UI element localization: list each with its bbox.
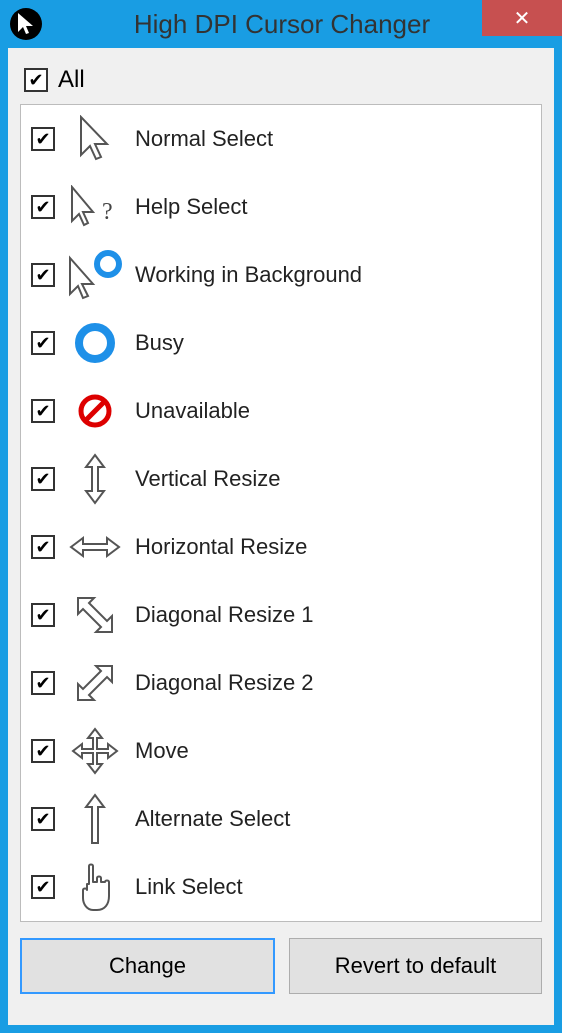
check-icon: ✔ [35, 538, 50, 556]
cursor-row[interactable]: ✔ Horizontal Resize [21, 513, 541, 581]
check-icon: ✔ [35, 606, 50, 624]
cursor-label: Normal Select [135, 126, 273, 152]
cursor-working-icon [63, 249, 127, 301]
cursor-dresize1-icon [63, 589, 127, 641]
cursor-label: Alternate Select [135, 806, 290, 832]
cursor-label: Diagonal Resize 1 [135, 602, 314, 628]
cursor-label: Working in Background [135, 262, 362, 288]
cursor-row[interactable]: ✔ Normal Select [21, 105, 541, 173]
cursor-normal-icon [63, 113, 127, 165]
cursor-label: Horizontal Resize [135, 534, 307, 560]
cursor-dresize2-icon [63, 657, 127, 709]
close-button[interactable]: ✕ [482, 0, 562, 36]
cursor-link-icon [63, 861, 127, 913]
cursor-checkbox[interactable]: ✔ [31, 195, 55, 219]
cursor-checkbox[interactable]: ✔ [31, 467, 55, 491]
check-icon: ✔ [35, 878, 50, 896]
cursor-help-icon: ? [63, 181, 127, 233]
client-area: ✔ All ✔ Normal Select ✔? Help Select ✔ Workin… [8, 48, 554, 1025]
cursor-row[interactable]: ✔ Move [21, 717, 541, 785]
cursor-row[interactable]: ✔ Link Select [21, 853, 541, 921]
cursor-row[interactable]: ✔ Unavailable [21, 377, 541, 445]
cursor-busy-icon [63, 317, 127, 369]
cursor-checkbox[interactable]: ✔ [31, 535, 55, 559]
check-icon: ✔ [35, 130, 50, 148]
cursor-row[interactable]: ✔ Diagonal Resize 2 [21, 649, 541, 717]
cursor-alt-icon [63, 793, 127, 845]
cursor-checkbox[interactable]: ✔ [31, 671, 55, 695]
cursor-label: Diagonal Resize 2 [135, 670, 314, 696]
cursor-checkbox[interactable]: ✔ [31, 875, 55, 899]
cursor-row[interactable]: ✔? Help Select [21, 173, 541, 241]
cursor-row[interactable]: ✔ Vertical Resize [21, 445, 541, 513]
check-icon: ✔ [35, 810, 50, 828]
cursor-row[interactable]: ✔ Alternate Select [21, 785, 541, 853]
cursor-vresize-icon [63, 453, 127, 505]
check-icon: ✔ [35, 198, 50, 216]
check-icon: ✔ [35, 334, 50, 352]
cursor-label: Vertical Resize [135, 466, 281, 492]
check-icon: ✔ [35, 266, 50, 284]
titlebar: High DPI Cursor Changer ✕ [0, 0, 562, 48]
check-icon: ✔ [35, 470, 50, 488]
cursor-list: ✔ Normal Select ✔? Help Select ✔ Working in B… [20, 104, 542, 922]
cursor-unavailable-icon [63, 385, 127, 437]
check-icon: ✔ [35, 402, 50, 420]
all-checkbox[interactable]: ✔ [24, 68, 48, 92]
button-bar: Change Revert to default [20, 938, 542, 994]
cursor-label: Help Select [135, 194, 248, 220]
check-icon: ✔ [28, 71, 43, 89]
all-row: ✔ All [20, 60, 542, 104]
cursor-label: Unavailable [135, 398, 250, 424]
revert-button[interactable]: Revert to default [289, 938, 542, 994]
cursor-checkbox[interactable]: ✔ [31, 399, 55, 423]
cursor-move-icon [63, 725, 127, 777]
cursor-row[interactable]: ✔ Busy [21, 309, 541, 377]
cursor-row[interactable]: ✔ Diagonal Resize 1 [21, 581, 541, 649]
app-icon [10, 8, 42, 40]
cursor-row[interactable]: ✔ Working in Background [21, 241, 541, 309]
change-button-label: Change [109, 953, 186, 979]
cursor-checkbox[interactable]: ✔ [31, 739, 55, 763]
all-label: All [58, 66, 85, 94]
cursor-checkbox[interactable]: ✔ [31, 263, 55, 287]
cursor-label: Busy [135, 330, 184, 356]
revert-button-label: Revert to default [335, 953, 496, 979]
cursor-checkbox[interactable]: ✔ [31, 603, 55, 627]
cursor-checkbox[interactable]: ✔ [31, 807, 55, 831]
cursor-label: Link Select [135, 874, 243, 900]
window-title: High DPI Cursor Changer [2, 9, 562, 40]
cursor-checkbox[interactable]: ✔ [31, 127, 55, 151]
check-icon: ✔ [35, 742, 50, 760]
cursor-checkbox[interactable]: ✔ [31, 331, 55, 355]
svg-text:?: ? [102, 199, 113, 225]
cursor-hresize-icon [63, 521, 127, 573]
close-icon: ✕ [514, 6, 531, 31]
cursor-label: Move [135, 738, 189, 764]
check-icon: ✔ [35, 674, 50, 692]
change-button[interactable]: Change [20, 938, 275, 994]
